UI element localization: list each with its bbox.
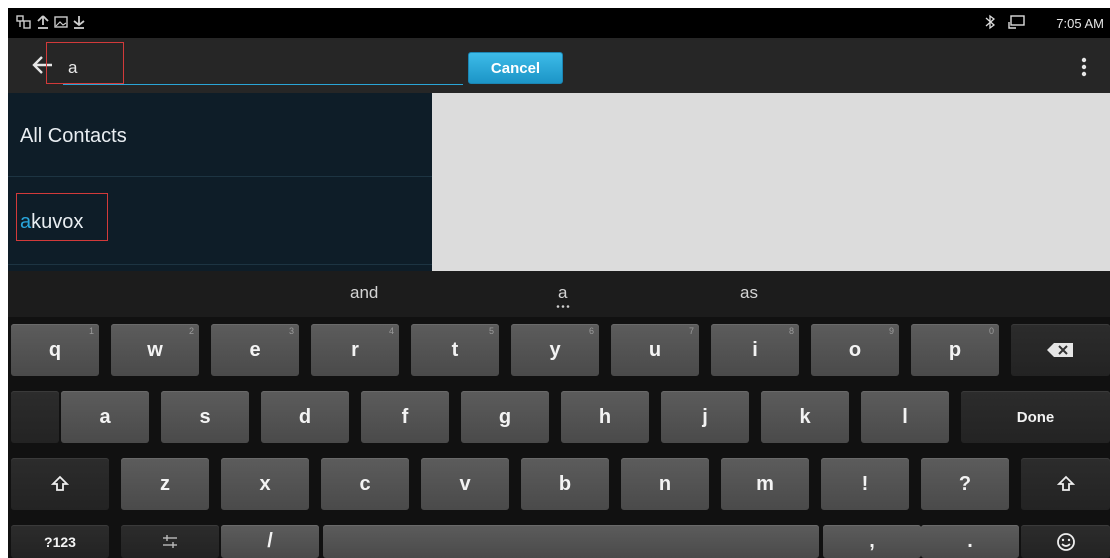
search-annotation-box <box>46 42 124 84</box>
key-hint: 7 <box>688 326 694 336</box>
soft-keyboard: and a as q1 w2 e3 r4 t5 y6 u7 i8 o9 p0 a… <box>8 271 1110 558</box>
device-screen: 7:05 AM a Cancel All Contacts akuvox and… <box>8 8 1110 558</box>
upload-icon <box>37 15 49 29</box>
suggestion-strip: and a as <box>8 271 1110 317</box>
key-space[interactable] <box>323 525 819 558</box>
key-symbols[interactable]: ?123 <box>11 525 109 558</box>
cancel-button[interactable]: Cancel <box>468 52 563 84</box>
key-label: i <box>752 338 758 361</box>
key-shift-left[interactable] <box>11 458 109 510</box>
key-label: o <box>848 338 862 361</box>
key-s[interactable]: s <box>161 391 249 443</box>
key-hint: 3 <box>288 326 294 336</box>
key-t[interactable]: t5 <box>411 324 499 376</box>
key-settings[interactable] <box>121 525 219 558</box>
key-hint: 1 <box>88 326 94 336</box>
suggestion-item[interactable]: as <box>740 283 758 303</box>
key-hint: 9 <box>888 326 894 336</box>
shift-icon <box>1056 475 1075 491</box>
key-period[interactable]: . <box>921 525 1019 558</box>
search-input[interactable]: a <box>68 58 77 78</box>
key-label: r <box>351 338 359 361</box>
contact-search-results: All Contacts akuvox <box>8 93 432 271</box>
group-item-all-contacts[interactable]: All Contacts <box>8 93 432 177</box>
key-hint: 5 <box>488 326 494 336</box>
keyboard-settings-icon <box>163 534 177 548</box>
key-done[interactable]: Done <box>961 391 1110 443</box>
key-g[interactable]: g <box>461 391 549 443</box>
key-e[interactable]: e3 <box>211 324 299 376</box>
suggestion-item[interactable]: and <box>350 283 378 303</box>
key-label: y <box>549 338 561 361</box>
key-shift-right[interactable] <box>1021 458 1110 510</box>
key-question[interactable]: ? <box>921 458 1009 510</box>
key-d[interactable]: d <box>261 391 349 443</box>
key-c[interactable]: c <box>321 458 409 510</box>
key-q[interactable]: q1 <box>11 324 99 376</box>
key-u[interactable]: u7 <box>611 324 699 376</box>
suggestion-item[interactable]: a <box>558 283 567 303</box>
screen-cast-icon <box>1008 15 1025 29</box>
key-hint: 6 <box>588 326 594 336</box>
key-hint: 8 <box>788 326 794 336</box>
shift-icon <box>51 475 69 491</box>
key-k[interactable]: k <box>761 391 849 443</box>
key-l[interactable]: l <box>861 391 949 443</box>
contact-annotation-box <box>16 193 108 241</box>
key-z[interactable]: z <box>121 458 209 510</box>
key-label: p <box>948 338 962 361</box>
key-hint: 2 <box>188 326 194 336</box>
key-slash[interactable]: / <box>221 525 319 558</box>
overflow-menu-icon[interactable] <box>1080 56 1088 78</box>
key-emoji[interactable] <box>1021 525 1110 558</box>
key-f[interactable]: f <box>361 391 449 443</box>
key-o[interactable]: o9 <box>811 324 899 376</box>
key-p[interactable]: p0 <box>911 324 999 376</box>
key-hint: 0 <box>988 326 994 336</box>
emoji-icon <box>1056 532 1075 551</box>
usb-debug-icon <box>16 15 31 29</box>
key-comma[interactable]: , <box>823 525 921 558</box>
key-label: t <box>451 338 459 361</box>
key-label: u <box>648 338 662 361</box>
download-icon <box>73 16 85 29</box>
key-label: e <box>249 338 261 361</box>
key-n[interactable]: n <box>621 458 709 510</box>
key-j[interactable]: j <box>661 391 749 443</box>
backspace-icon <box>1046 343 1073 357</box>
key-a[interactable]: a <box>61 391 149 443</box>
key-m[interactable]: m <box>721 458 809 510</box>
key-hint: 4 <box>388 326 394 336</box>
key-r[interactable]: r4 <box>311 324 399 376</box>
key-w[interactable]: w2 <box>111 324 199 376</box>
key-x[interactable]: x <box>221 458 309 510</box>
bluetooth-icon <box>985 14 996 30</box>
key-label: q <box>48 338 62 361</box>
image-icon <box>54 16 68 28</box>
more-suggestions-icon[interactable] <box>556 305 570 308</box>
search-input-underline <box>63 84 463 85</box>
status-bar: 7:05 AM <box>8 8 1110 38</box>
key-label: w <box>147 338 163 361</box>
key-y[interactable]: y6 <box>511 324 599 376</box>
key-h[interactable]: h <box>561 391 649 443</box>
key-i[interactable]: i8 <box>711 324 799 376</box>
search-action-bar: a Cancel <box>8 38 1110 93</box>
key-b[interactable]: b <box>521 458 609 510</box>
group-label: All Contacts <box>20 125 127 147</box>
key-backspace[interactable] <box>1011 324 1110 376</box>
key-v[interactable]: v <box>421 458 509 510</box>
key-spacer-left <box>11 391 59 443</box>
contact-detail-panel <box>432 93 1110 271</box>
key-exclamation[interactable]: ! <box>821 458 909 510</box>
status-time: 7:05 AM <box>1056 16 1104 31</box>
